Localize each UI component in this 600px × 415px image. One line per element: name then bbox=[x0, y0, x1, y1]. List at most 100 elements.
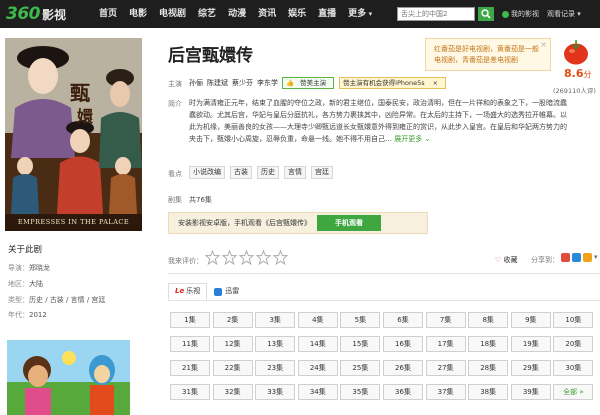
my-video-link[interactable]: 我的影视 bbox=[511, 9, 539, 19]
episode-button[interactable]: 8集 bbox=[468, 312, 509, 328]
cartoon-ad-image[interactable] bbox=[7, 340, 130, 415]
episode-button[interactable]: 4集 bbox=[297, 312, 338, 328]
close-icon[interactable]: × bbox=[433, 80, 438, 87]
site-logo[interactable]: 360 影视 bbox=[6, 3, 66, 25]
episode-button[interactable]: 19集 bbox=[510, 336, 551, 352]
info-value[interactable]: 郑晓龙 bbox=[29, 264, 50, 272]
tomato-icon bbox=[564, 40, 588, 65]
tag-item[interactable]: 小说改编 bbox=[189, 166, 225, 179]
tag-item[interactable]: 历史 bbox=[257, 166, 279, 179]
episode-button[interactable]: 9集 bbox=[510, 312, 551, 328]
info-row-director: 导演：郑晓龙 bbox=[8, 263, 50, 273]
divider bbox=[168, 273, 600, 274]
score: 8.6分 bbox=[564, 67, 592, 80]
drama-poster[interactable]: 甄 嬛 EMPRESSES IN THE PALACE bbox=[5, 38, 142, 231]
episode-button[interactable]: 14集 bbox=[297, 336, 338, 352]
star-icon[interactable] bbox=[222, 250, 237, 265]
info-value[interactable]: 历史 / 古装 / 言情 / 宫廷 bbox=[29, 296, 105, 304]
episode-button[interactable]: 31集 bbox=[170, 384, 210, 400]
cartoon-art bbox=[7, 340, 130, 415]
weibo-share-icon[interactable] bbox=[561, 253, 570, 262]
episode-button[interactable]: 24集 bbox=[297, 360, 338, 376]
episode-button[interactable]: 10集 bbox=[553, 312, 594, 328]
qzone-share-icon[interactable] bbox=[572, 253, 581, 262]
episode-button[interactable]: 11集 bbox=[170, 336, 210, 352]
episode-button[interactable]: 29集 bbox=[510, 360, 551, 376]
episode-button[interactable]: 38集 bbox=[468, 384, 509, 400]
nav-item-home[interactable]: 首页 bbox=[93, 0, 123, 28]
star-icon[interactable] bbox=[239, 250, 254, 265]
episode-button[interactable]: 21集 bbox=[170, 360, 210, 376]
episode-button[interactable]: 25集 bbox=[340, 360, 381, 376]
nav-item-movies[interactable]: 电影 bbox=[123, 0, 153, 28]
mobile-watch-button[interactable]: 手机观看 bbox=[317, 215, 381, 231]
cast-member[interactable]: 陈建斌 bbox=[207, 78, 228, 88]
tab-xunlei[interactable]: 迅雷 bbox=[207, 283, 246, 300]
episode-button[interactable]: 34集 bbox=[297, 384, 338, 400]
star-icon[interactable] bbox=[205, 250, 220, 265]
poster-caption: EMPRESSES IN THE PALACE bbox=[5, 214, 142, 231]
episode-button[interactable]: 35集 bbox=[340, 384, 381, 400]
tag-item[interactable]: 宫廷 bbox=[311, 166, 333, 179]
tag-item[interactable]: 言情 bbox=[284, 166, 306, 179]
nav-item-variety[interactable]: 综艺 bbox=[192, 0, 222, 28]
episode-button[interactable]: 15集 bbox=[340, 336, 381, 352]
cast-member[interactable]: 孙俪 bbox=[189, 78, 203, 88]
expand-more-link[interactable]: 展开更多 ⌄ bbox=[394, 135, 430, 143]
svg-text:嬛: 嬛 bbox=[76, 107, 94, 126]
episode-button[interactable]: 20集 bbox=[553, 336, 594, 352]
search-icon bbox=[481, 9, 491, 19]
episode-button[interactable]: 39集 bbox=[510, 384, 551, 400]
renren-share-icon[interactable] bbox=[583, 253, 592, 262]
share-icons: ▾ bbox=[561, 253, 598, 262]
tag-item[interactable]: 古装 bbox=[230, 166, 252, 179]
episode-button[interactable]: 33集 bbox=[255, 384, 296, 400]
episode-button[interactable]: 27集 bbox=[425, 360, 466, 376]
episode-button[interactable]: 3集 bbox=[255, 312, 296, 328]
episode-button[interactable]: 36集 bbox=[383, 384, 423, 400]
tab-letv[interactable]: Le 乐视 bbox=[168, 283, 208, 300]
chevron-down-icon[interactable]: ▾ bbox=[594, 253, 598, 262]
episode-button[interactable]: 22集 bbox=[212, 360, 253, 376]
episode-button[interactable]: 28集 bbox=[468, 360, 509, 376]
episode-button[interactable]: 1集 bbox=[170, 312, 210, 328]
tab-letv-label: 乐视 bbox=[186, 287, 201, 295]
episode-button[interactable]: 13集 bbox=[255, 336, 296, 352]
search-button[interactable] bbox=[478, 7, 494, 21]
info-row-year: 年代：2012 bbox=[8, 310, 47, 320]
nav-item-more[interactable]: 更多 bbox=[342, 0, 378, 28]
episode-button[interactable]: 32集 bbox=[212, 384, 253, 400]
episode-button[interactable]: 26集 bbox=[383, 360, 423, 376]
episode-button[interactable]: 2集 bbox=[212, 312, 253, 328]
star-icon[interactable] bbox=[273, 250, 288, 265]
tab-xunlei-label: 迅雷 bbox=[225, 287, 240, 295]
star-icon[interactable] bbox=[256, 250, 271, 265]
nav-item-live[interactable]: 直播 bbox=[312, 0, 342, 28]
episode-button[interactable]: 16集 bbox=[383, 336, 423, 352]
episode-button[interactable]: 23集 bbox=[255, 360, 296, 376]
episode-button[interactable]: 7集 bbox=[425, 312, 466, 328]
nav-item-tv[interactable]: 电视剧 bbox=[153, 0, 192, 28]
score-unit: 分 bbox=[583, 70, 592, 79]
info-row-region: 地区：大陆 bbox=[8, 279, 43, 289]
episode-button[interactable]: 17集 bbox=[425, 336, 466, 352]
history-link[interactable]: 观看记录 bbox=[547, 9, 575, 19]
nav-item-news[interactable]: 资讯 bbox=[252, 0, 282, 28]
episode-button[interactable]: 30集 bbox=[553, 360, 594, 376]
all-episodes-button[interactable]: 全部 » bbox=[553, 384, 594, 400]
close-icon[interactable]: × bbox=[540, 39, 547, 50]
nav-item-entertainment[interactable]: 娱乐 bbox=[282, 0, 312, 28]
cast-member[interactable]: 蔡少芬 bbox=[232, 78, 253, 88]
promo-chip[interactable]: 赞主演有机会获得iPhone5s × bbox=[339, 77, 446, 89]
like-cast-button[interactable]: 👍 赞美主演 bbox=[282, 77, 335, 89]
episode-button[interactable]: 6集 bbox=[383, 312, 423, 328]
episode-button[interactable]: 37集 bbox=[425, 384, 466, 400]
episode-button[interactable]: 5集 bbox=[340, 312, 381, 328]
nav-item-anime[interactable]: 动漫 bbox=[222, 0, 252, 28]
episode-button[interactable]: 18集 bbox=[468, 336, 509, 352]
xunlei-icon bbox=[214, 287, 223, 296]
favorite-button[interactable]: ♡ 收藏 bbox=[495, 255, 518, 265]
search-input[interactable] bbox=[398, 8, 474, 20]
cast-member[interactable]: 李东学 bbox=[257, 78, 278, 88]
episode-button[interactable]: 12集 bbox=[212, 336, 253, 352]
